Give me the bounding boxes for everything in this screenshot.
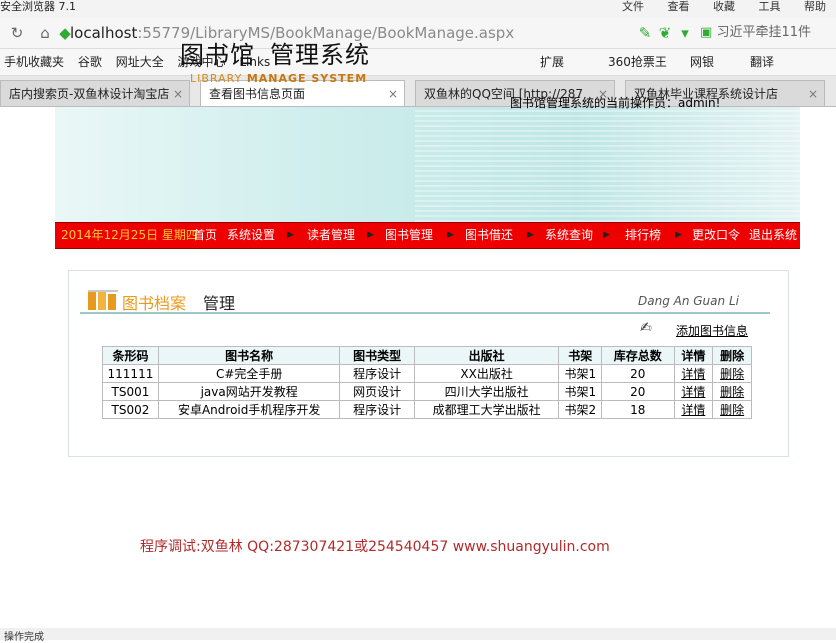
arrow-icon: ▶ <box>367 230 374 240</box>
cell-shelf: 书架2 <box>558 400 603 419</box>
window-titlebar: 安全浏览器 7.1 文件 查看 收藏 工具 帮助 <box>0 0 836 18</box>
cell-title: 安卓Android手机程序开发 <box>157 400 341 419</box>
cell-stock: 18 <box>601 400 675 419</box>
arrow-icon: ▶ <box>675 230 682 240</box>
books-icon <box>88 290 118 310</box>
menu-file[interactable]: 文件 <box>622 0 644 13</box>
bookmark-google[interactable]: 谷歌 <box>78 55 102 69</box>
close-icon[interactable]: × <box>388 81 398 106</box>
cell-publisher: 四川大学出版社 <box>413 382 560 401</box>
col-title: 图书名称 <box>157 346 341 365</box>
logo-system: 管理系统 <box>270 41 370 69</box>
tab-taobao[interactable]: 店内搜索页-双鱼林设计淘宝店 × <box>0 80 190 106</box>
home-icon[interactable]: ⌂ <box>36 24 54 42</box>
cell-shelf: 书架1 <box>558 364 603 383</box>
search-input[interactable]: ▣ 习近平牵挂11件 <box>700 22 836 44</box>
bookmark-bank[interactable]: 网银 <box>690 49 714 75</box>
cell-shelf: 书架1 <box>558 382 603 401</box>
cell-barcode: TS002 <box>102 400 159 419</box>
col-shelf: 书架 <box>558 346 603 365</box>
bookmark-tickets[interactable]: 360抢票王 <box>608 49 667 75</box>
col-detail: 详情 <box>673 346 714 365</box>
bookmark-sites[interactable]: 网址大全 <box>116 55 164 69</box>
nav-borrow[interactable]: 图书借还 <box>465 223 513 248</box>
menu-bar: 文件 查看 收藏 工具 帮助 <box>612 0 836 14</box>
delete-link[interactable]: 删除 <box>712 400 752 419</box>
cell-stock: 20 <box>601 364 675 383</box>
arrow-icon: ▶ <box>287 230 294 240</box>
main-nav: 2014年12月25日 星期四 首页 系统设置 ▶ 读者管理 ▶ 图书管理 ▶ … <box>55 222 800 249</box>
table-header-row: 条形码 图书名称 图书类型 出版社 书架 库存总数 详情 删除 <box>102 346 752 365</box>
col-type: 图书类型 <box>339 346 415 365</box>
panel-title: 管理 <box>203 294 236 313</box>
refresh-icon[interactable]: ↻ <box>8 24 26 42</box>
menu-tools[interactable]: 工具 <box>759 0 781 13</box>
site-header <box>55 107 800 222</box>
nav-books[interactable]: 图书管理 <box>385 223 433 248</box>
arrow-icon: ▶ <box>603 230 610 240</box>
arrow-icon: ▶ <box>447 230 454 240</box>
table-row: TS002 安卓Android手机程序开发 程序设计 成都理工大学出版社 书架2… <box>102 400 752 419</box>
cell-stock: 20 <box>601 382 675 401</box>
nav-date: 2014年12月25日 星期四 <box>61 228 198 242</box>
cell-type: 程序设计 <box>339 364 415 383</box>
window-title: 安全浏览器 7.1 <box>0 0 76 13</box>
detail-link[interactable]: 详情 <box>673 400 714 419</box>
panel-divider <box>80 312 770 314</box>
nav-query[interactable]: 系统查询 <box>545 223 593 248</box>
bookmark-translate[interactable]: 翻译 <box>750 49 774 75</box>
operator-label: 图书馆管理系统的当前操作员：admin! <box>510 96 721 110</box>
bookmarks-bar: 手机收藏夹 谷歌 网址大全 游戏中心 Links 扩展 360抢票王 网银 翻译 <box>0 49 836 76</box>
logo-library: 图书馆 <box>180 41 255 69</box>
close-icon[interactable]: × <box>173 81 183 106</box>
cell-publisher: 成都理工大学出版社 <box>413 400 560 419</box>
nav-ranking[interactable]: 排行榜 <box>625 223 661 248</box>
cell-title: java网站开发教程 <box>157 382 341 401</box>
delete-link[interactable]: 删除 <box>712 382 752 401</box>
cell-type: 程序设计 <box>339 400 415 419</box>
bookmark-mobile[interactable]: 手机收藏夹 <box>4 55 64 69</box>
nav-readers[interactable]: 读者管理 <box>307 223 355 248</box>
books-table: 条形码 图书名称 图书类型 出版社 书架 库存总数 详情 删除 111111 C… <box>102 346 752 419</box>
col-publisher: 出版社 <box>413 346 560 365</box>
address-bar: ↻ ⌂ ◆ localhost:55779/LibraryMS/BookMana… <box>0 18 836 49</box>
menu-view[interactable]: 查看 <box>668 0 690 13</box>
logo-english: LIBRARY MANAGE SYSTEM <box>190 72 368 85</box>
col-barcode: 条形码 <box>102 346 159 365</box>
edit-icon[interactable]: ✎ <box>636 24 654 42</box>
status-text: 操作完成 <box>4 632 44 643</box>
nav-logout[interactable]: 退出系统 <box>749 223 797 248</box>
cell-barcode: 111111 <box>102 364 159 383</box>
header-decoration <box>415 107 800 222</box>
nav-settings[interactable]: 系统设置 <box>227 223 275 248</box>
footer-credit: 程序调试:双鱼林 QQ:287307421或254540457 www.shua… <box>140 539 610 555</box>
bookmark-extensions[interactable]: 扩展 <box>540 49 564 75</box>
panel-title-pinyin: Dang An Guan Li <box>638 294 739 308</box>
table-row: TS001 java网站开发教程 网页设计 四川大学出版社 书架1 20 详情 … <box>102 382 752 401</box>
nav-change-password[interactable]: 更改口令 <box>692 223 740 248</box>
panel-title-colored: 图书档案 <box>122 294 187 313</box>
cell-type: 网页设计 <box>339 382 415 401</box>
cell-title: C#完全手册 <box>157 364 341 383</box>
col-stock: 库存总数 <box>601 346 675 365</box>
arrow-icon: ▶ <box>527 230 534 240</box>
menu-help[interactable]: 帮助 <box>804 0 826 13</box>
dropdown-icon[interactable]: ▾ <box>676 24 694 42</box>
close-icon[interactable]: × <box>808 81 818 106</box>
pen-icon[interactable]: ✍ <box>640 320 652 336</box>
menu-favorites[interactable]: 收藏 <box>713 0 735 13</box>
cell-barcode: TS001 <box>102 382 159 401</box>
delete-link[interactable]: 删除 <box>712 364 752 383</box>
detail-link[interactable]: 详情 <box>673 364 714 383</box>
table-row: 111111 C#完全手册 程序设计 XX出版社 书架1 20 详情 删除 <box>102 364 752 383</box>
cell-publisher: XX出版社 <box>413 364 560 383</box>
status-bar: 操作完成 <box>0 628 836 643</box>
col-delete: 删除 <box>712 346 752 365</box>
detail-link[interactable]: 详情 <box>673 382 714 401</box>
add-book-link[interactable]: 添加图书信息 <box>676 322 748 339</box>
leaf-icon[interactable]: ❦ <box>656 24 674 42</box>
nav-home[interactable]: 首页 <box>193 223 217 248</box>
